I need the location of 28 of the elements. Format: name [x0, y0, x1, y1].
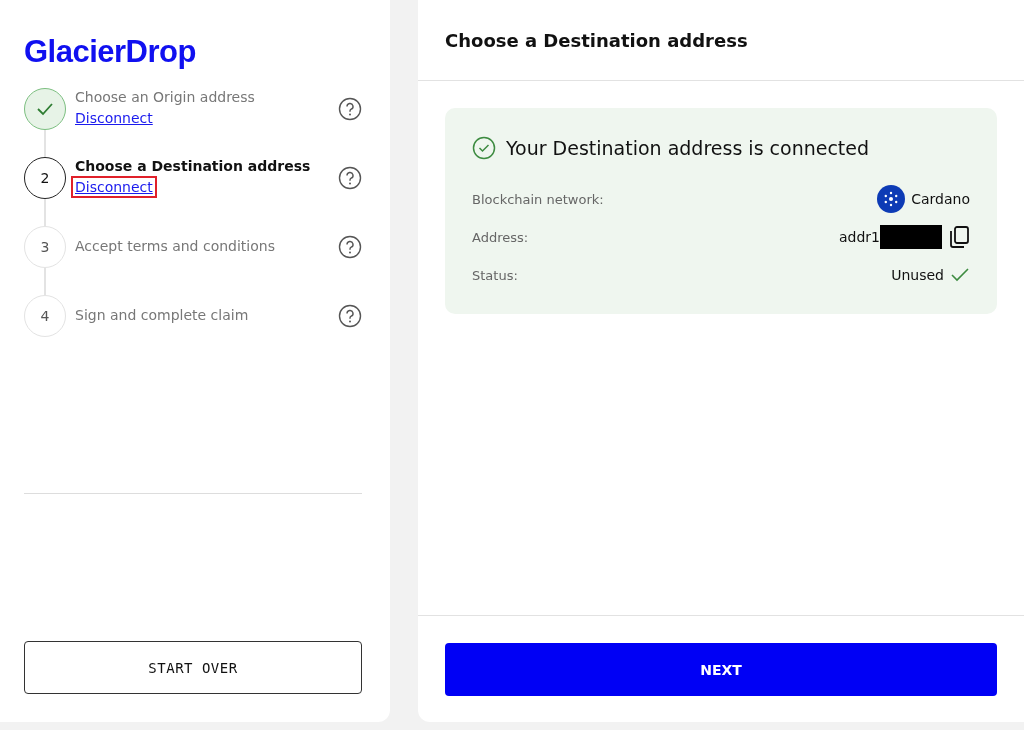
- step-label: Accept terms and conditions: [75, 237, 275, 256]
- network-logo-icon: [877, 185, 906, 213]
- status-value: Unused: [891, 267, 944, 283]
- step-label: Choose a Destination address: [75, 157, 311, 176]
- copy-icon[interactable]: [948, 225, 970, 249]
- help-icon[interactable]: [338, 97, 362, 121]
- check-icon: [950, 267, 970, 283]
- status-heading: Your Destination address is connected: [506, 137, 870, 159]
- field-label: Status:: [472, 267, 518, 283]
- address-value: addr1: [839, 229, 880, 245]
- field-label: Blockchain network:: [472, 191, 604, 207]
- next-button[interactable]: NEXT: [445, 643, 997, 696]
- step-label: Choose an Origin address: [75, 88, 255, 107]
- help-icon[interactable]: [338, 304, 362, 328]
- panel-title: Choose a Destination address: [445, 29, 748, 51]
- disconnect-link[interactable]: Disconnect: [71, 107, 157, 129]
- step-indicator: 2: [24, 157, 66, 199]
- start-over-button[interactable]: START OVER: [24, 641, 362, 694]
- logo: GlacierDrop: [24, 34, 196, 70]
- step-label: Sign and complete claim: [75, 306, 249, 325]
- field-label: Address:: [472, 229, 529, 245]
- network-name: Cardano: [911, 191, 970, 207]
- help-icon[interactable]: [338, 166, 362, 190]
- disconnect-link[interactable]: Disconnect: [71, 176, 157, 198]
- help-icon[interactable]: [338, 235, 362, 259]
- step-indicator: 4: [24, 295, 66, 337]
- check-circle-icon: [472, 136, 496, 160]
- step-indicator: 3: [24, 226, 66, 268]
